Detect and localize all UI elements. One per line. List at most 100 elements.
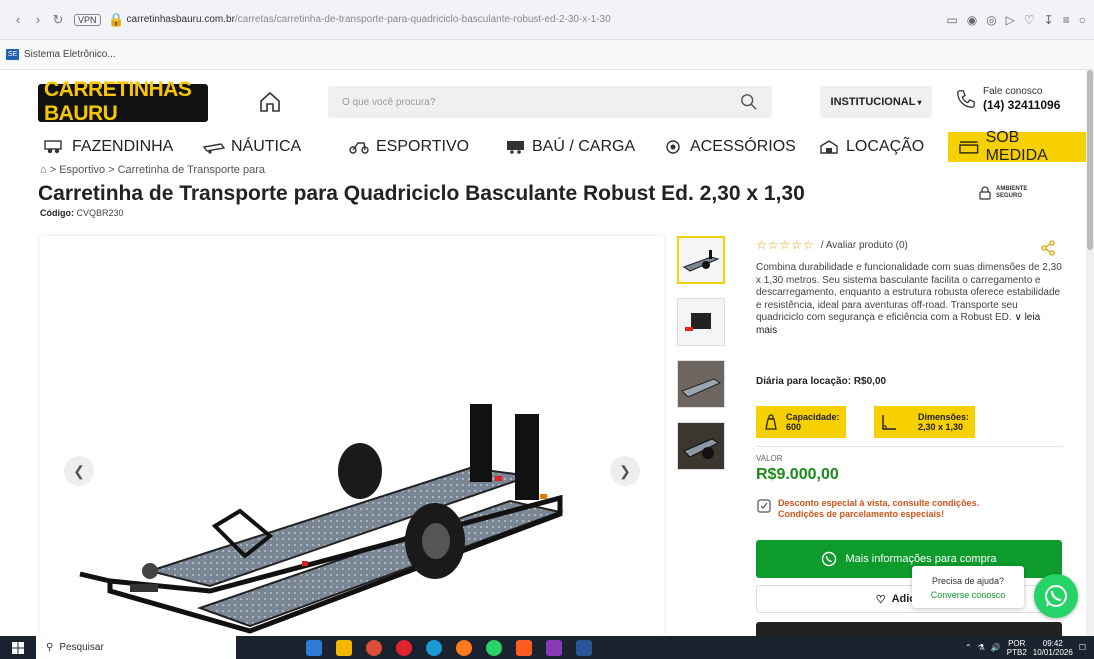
phone-icon [957, 90, 975, 108]
nav-item-fazendinha[interactable]: FAZENDINHA [44, 132, 173, 162]
volume-icon[interactable]: 🔊 [991, 643, 1001, 652]
product-gallery[interactable] [40, 236, 664, 636]
scrollbar-thumb[interactable] [1087, 70, 1093, 250]
winrar-icon[interactable] [546, 639, 562, 656]
camera-icon[interactable]: ◉ [967, 13, 977, 27]
site-logo[interactable]: CARRETINHAS BAURU [38, 78, 208, 125]
back-icon[interactable]: ‹ [8, 10, 28, 30]
thumbnail-image [682, 250, 720, 272]
nav-item-label: ACESSÓRIOS [690, 138, 796, 155]
nav-item-nautica[interactable]: NÁUTICA [203, 132, 301, 162]
more-info-label: Mais informações para compra [845, 553, 997, 565]
whatsapp-chat-button[interactable] [1034, 574, 1078, 618]
taskbar-search[interactable]: ⚲ Pesquisar [36, 636, 236, 659]
institutional-menu[interactable]: INSTITUCIONAL ▾ [820, 86, 932, 118]
file-explorer-icon[interactable] [336, 639, 352, 656]
divider [756, 446, 1062, 447]
thumbnail-image [678, 361, 724, 407]
secure-badge: AMBIENTE SEGURO [978, 186, 1027, 200]
reload-icon[interactable]: ↻ [48, 10, 68, 30]
clock[interactable]: 09:42 10/01/2026 [1033, 639, 1073, 657]
browser-toolbar: ‹ › ↻ VPN 🔒 carretinhasbauru.com.br/carr… [0, 0, 1094, 40]
extension-icon[interactable]: ◎ [986, 13, 996, 27]
nav-item-label: LOCAÇÃO [846, 138, 925, 155]
vpn-badge[interactable]: VPN [74, 13, 101, 26]
play-icon[interactable]: ▷ [1006, 13, 1015, 27]
home-icon[interactable] [258, 90, 282, 114]
word-icon[interactable] [576, 639, 592, 656]
thumbnail[interactable] [677, 236, 725, 284]
secure-line1: AMBIENTE [996, 186, 1028, 192]
capacity-label: Capacidade: [786, 412, 840, 422]
notification-icon[interactable]: ☐ [1079, 643, 1086, 652]
logo-text: CARRETINHAS BAURU [44, 78, 192, 125]
contact-phone[interactable]: Fale conosco (14) 32411096 [955, 86, 1060, 112]
breadcrumb-item[interactable]: Esportivo [59, 164, 105, 176]
lang-primary: POR [1008, 638, 1026, 648]
product-description: Combina durabilidade e funcionalidade co… [756, 262, 1062, 337]
phone-number: (14) 32411096 [983, 98, 1061, 112]
reader-icon[interactable]: ▭ [946, 13, 957, 27]
nav-item-label: ESPORTIVO [376, 138, 470, 155]
profile-icon[interactable]: ○ [1079, 13, 1086, 27]
dark-action-button[interactable] [756, 622, 1062, 636]
home-crumb-icon[interactable]: ⌂ [40, 164, 47, 176]
product-price: R$9.000,00 [756, 466, 839, 483]
gallery-next-button[interactable]: ❯ [610, 456, 640, 486]
address-bar[interactable]: carretinhasbauru.com.br/carretas/carreti… [127, 14, 611, 25]
chevron-down-icon: ▾ [917, 97, 922, 107]
taskview-icon[interactable] [306, 639, 322, 656]
heart-icon[interactable]: ♡ [1024, 13, 1035, 27]
nav-item-label: NÁUTICA [231, 138, 302, 155]
thumbnail[interactable] [677, 422, 725, 470]
thumbnail[interactable] [677, 298, 725, 346]
nav-item-esportivo[interactable]: ESPORTIVO [348, 132, 469, 162]
nav-item-acessorios[interactable]: ACESSÓRIOS [662, 132, 796, 162]
breadcrumb: ⌂ > Esportivo > Carretinha de Transporte… [40, 164, 265, 176]
windows-logo-icon [12, 641, 24, 654]
rating-text[interactable]: / Avaliar produto (0) [821, 240, 908, 251]
nav-item-sob-medida[interactable]: SOB MEDIDA [948, 129, 1094, 164]
contact-label: Fale conosco [983, 86, 1043, 97]
nav-item-locacao[interactable]: LOCAÇÃO [818, 132, 924, 162]
menu-icon[interactable]: ≡ [1063, 13, 1070, 27]
app-root: ‹ › ↻ VPN 🔒 carretinhasbauru.com.br/carr… [0, 0, 1094, 659]
star-rating-icon[interactable]: ☆☆☆☆☆ [756, 238, 815, 252]
xampp-icon[interactable] [516, 639, 532, 656]
bookmark-item[interactable]: Sistema Eletrônico... [24, 49, 116, 60]
help-bubble[interactable]: Precisa de ajuda? Converse conosco [912, 566, 1024, 608]
product-info: ☆☆☆☆☆ / Avaliar produto (0) [756, 238, 1062, 252]
institutional-label: INSTITUCIONAL [830, 96, 916, 108]
search-icon[interactable] [740, 93, 758, 111]
firefox-icon[interactable] [456, 639, 472, 656]
dimensions-badge: Dimensões: 2,30 x 1,30 [874, 406, 976, 438]
dimensions-value: 2,30 x 1,30 [918, 422, 964, 432]
ruler-icon [882, 415, 896, 430]
weight-icon [765, 414, 777, 430]
share-icon[interactable] [1040, 240, 1056, 256]
thumbnail-image [685, 313, 711, 331]
windows-start-icon[interactable] [0, 641, 36, 654]
tray-chevron-icon[interactable]: ⌃ [965, 643, 972, 652]
language-indicator[interactable]: POR PTB2 [1007, 639, 1027, 657]
thumbnail[interactable] [677, 360, 725, 408]
tag-icon [757, 499, 771, 513]
opera-icon[interactable] [396, 639, 412, 656]
edge-icon[interactable] [426, 639, 442, 656]
rental-icon [820, 140, 838, 154]
discount-notice: Desconto especial à vista, consulte cond… [756, 498, 979, 520]
bookmark-favicon-icon: SE [6, 49, 19, 60]
forward-icon[interactable]: › [28, 10, 48, 30]
network-icon[interactable]: ⚗ [978, 643, 985, 652]
search-input[interactable]: O que você procura? [328, 86, 772, 118]
chrome-icon[interactable] [366, 639, 382, 656]
taskbar-search-label: Pesquisar [59, 642, 104, 653]
download-icon[interactable]: ↧ [1044, 13, 1054, 27]
accessory-wheel-icon [666, 140, 680, 154]
page-scrollbar[interactable] [1086, 70, 1094, 636]
discount-line1: Desconto especial à vista, consulte cond… [778, 498, 980, 508]
gallery-prev-button[interactable]: ❮ [64, 456, 94, 486]
rating-row[interactable]: ☆☆☆☆☆ / Avaliar produto (0) [756, 238, 1062, 252]
whatsapp-app-icon[interactable] [486, 639, 502, 656]
nav-item-bau-carga[interactable]: BAÚ / CARGA [504, 132, 635, 162]
